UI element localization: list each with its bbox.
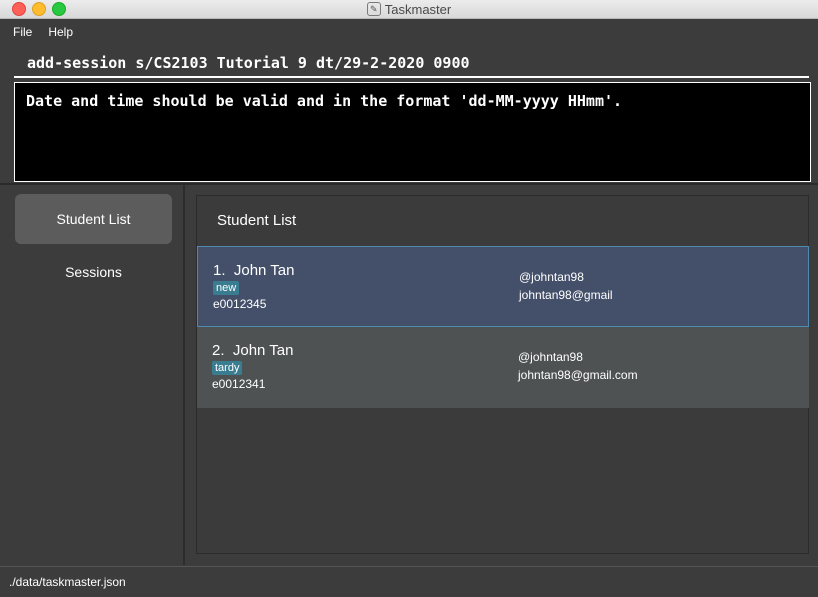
student-name-text: John Tan: [233, 262, 295, 279]
student-name: 2. John Tan: [212, 342, 293, 359]
student-tag: new: [213, 281, 240, 295]
title-bar: ✎ Taskmaster: [0, 0, 818, 19]
student-email: johntan98@gmail: [519, 288, 613, 302]
student-index: 1.: [213, 262, 226, 279]
student-card[interactable]: 1. John Tan new e0012345 @johntan98 john…: [197, 246, 809, 327]
student-card[interactable]: 2. John Tan tardy e0012341 @johntan98 jo…: [197, 327, 809, 408]
window-title-wrap: ✎ Taskmaster: [0, 0, 818, 18]
menu-file[interactable]: File: [13, 25, 32, 39]
sidebar: Student List Sessions: [0, 185, 185, 565]
menu-bar: File Help: [0, 19, 818, 45]
student-telegram: @johntan98: [518, 350, 583, 364]
student-tag: tardy: [212, 361, 243, 375]
data-file-path: ./data/taskmaster.json: [9, 575, 126, 589]
student-email: johntan98@gmail.com: [518, 368, 638, 382]
student-id: e0012345: [213, 297, 267, 311]
sidebar-item-student-list[interactable]: Student List: [15, 194, 172, 244]
menu-help[interactable]: Help: [48, 25, 73, 39]
panel-title: Student List: [217, 212, 297, 229]
student-telegram: @johntan98: [519, 270, 584, 284]
student-id: e0012341: [212, 377, 266, 391]
student-name: 1. John Tan: [213, 262, 294, 279]
window-title: Taskmaster: [384, 1, 452, 17]
student-list-panel: Student List 1. John Tan new e0012345 @j…: [196, 195, 809, 554]
app-icon: ✎: [366, 2, 381, 16]
student-name-text: John Tan: [232, 342, 294, 359]
result-display: Date and time should be valid and in the…: [14, 82, 811, 182]
status-bar: ./data/taskmaster.json: [0, 566, 818, 597]
command-input[interactable]: add-session s/CS2103 Tutorial 9 dt/29-2-…: [14, 48, 809, 78]
sidebar-item-sessions[interactable]: Sessions: [15, 247, 172, 297]
student-index: 2.: [212, 342, 225, 359]
app-window: ✎ Taskmaster File Help add-session s/CS2…: [0, 0, 818, 597]
